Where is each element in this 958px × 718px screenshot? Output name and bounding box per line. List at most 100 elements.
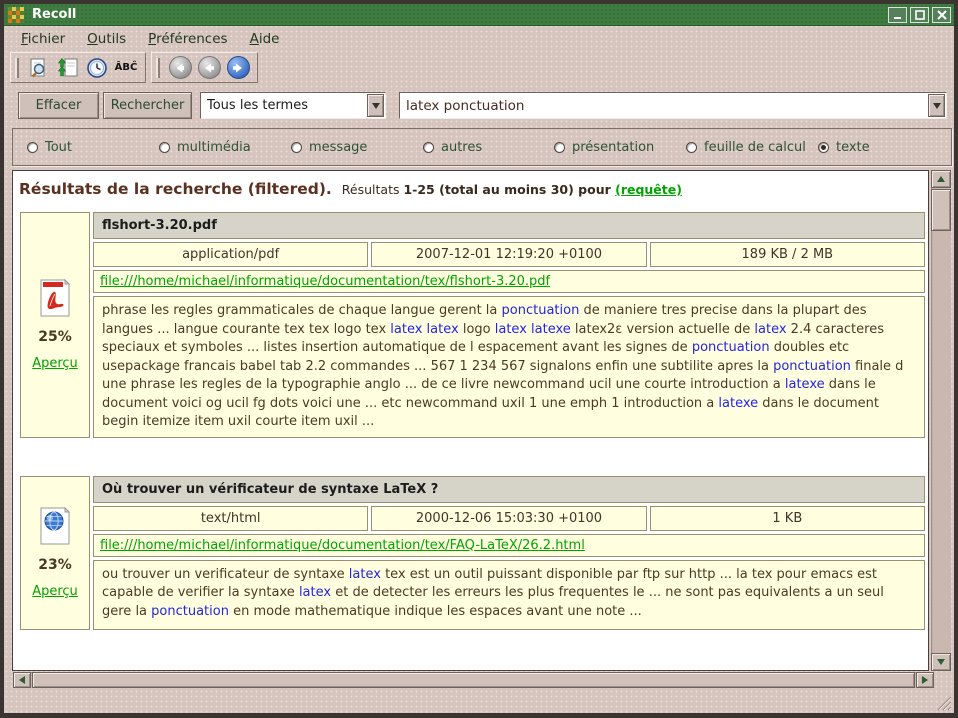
results-list[interactable]: Résultats de la recherche (filtered).Rés… — [12, 170, 929, 671]
relevance-percent: 23% — [38, 557, 72, 573]
clear-button[interactable]: Effacer — [18, 92, 99, 119]
window-controls — [888, 7, 951, 23]
search-mode-combobox[interactable]: Tous les termes — [200, 92, 386, 119]
filter-option-presentation[interactable]: présentation — [554, 140, 654, 155]
spell-icon: ÂBĈ — [115, 62, 138, 73]
pdf-file-icon — [37, 278, 73, 318]
triangle-right-icon — [922, 676, 928, 684]
toolbar-gripper[interactable] — [15, 58, 19, 78]
scroll-down-button[interactable] — [931, 653, 951, 671]
result-entry: 23% Aperçu Où trouver un vérificateur de… — [20, 476, 925, 630]
radio-icon[interactable] — [291, 142, 302, 153]
nav-back-icon — [198, 56, 221, 79]
filter-option-autres[interactable]: autres — [423, 140, 482, 155]
window-titlebar[interactable]: Recoll — [4, 4, 954, 26]
preview-link[interactable]: Aperçu — [32, 584, 78, 599]
filter-label: feuille de calcul — [704, 140, 806, 155]
radio-icon[interactable] — [423, 142, 434, 153]
scroll-right-button[interactable] — [916, 672, 934, 688]
search-query-combobox[interactable] — [399, 92, 947, 119]
radio-icon[interactable] — [686, 142, 697, 153]
filter-option-texte[interactable]: texte — [818, 140, 870, 155]
menu-mnemonic: A — [250, 31, 259, 47]
filter-label: présentation — [572, 140, 654, 155]
minimize-button[interactable] — [888, 7, 907, 23]
menu-outils[interactable]: Outils — [76, 28, 137, 50]
menu-label: ichier — [28, 31, 65, 47]
result-title: flshort-3.20.pdf — [93, 212, 925, 239]
document-search-button[interactable] — [26, 55, 52, 81]
radio-icon[interactable] — [554, 142, 565, 153]
result-date: 2000-12-06 15:03:30 +0100 — [371, 506, 646, 531]
clear-button-label: Effacer — [36, 98, 82, 113]
nav-forward-icon — [227, 56, 250, 79]
sort-by-dates-button[interactable] — [55, 55, 81, 81]
menu-aide[interactable]: Aide — [239, 28, 291, 50]
maximize-icon — [915, 10, 925, 20]
nav-first-page-button[interactable] — [167, 55, 193, 81]
filter-label: multimédia — [177, 140, 251, 155]
history-clock-button[interactable] — [84, 55, 110, 81]
query-detail-link[interactable]: (requête) — [615, 182, 682, 197]
search-mode-value: Tous les termes — [201, 98, 367, 113]
menu-label: références — [156, 31, 228, 47]
clock-icon — [86, 57, 108, 79]
radio-icon[interactable] — [27, 142, 38, 153]
chevron-down-icon[interactable] — [928, 94, 945, 117]
html-file-icon — [37, 506, 73, 546]
results-title: Résultats de la recherche (filtered). — [19, 180, 332, 198]
result-date: 2007-12-01 12:19:20 +0100 — [371, 242, 646, 267]
radio-icon[interactable] — [818, 142, 829, 153]
nav-prev-page-button[interactable] — [196, 55, 222, 81]
search-button-label: Rechercher — [111, 98, 185, 113]
menu-mnemonic: O — [87, 31, 98, 47]
result-entry: 25% Aperçu flshort-3.20.pdf application/… — [20, 212, 925, 438]
vertical-scrollbar[interactable] — [931, 170, 951, 671]
relevance-percent: 25% — [38, 329, 72, 345]
filter-label: Tout — [45, 140, 72, 155]
filter-label: autres — [441, 140, 482, 155]
resize-grip-icon[interactable] — [932, 691, 952, 711]
filter-label: message — [309, 140, 367, 155]
filter-option-multimedia[interactable]: multimédia — [159, 140, 251, 155]
menu-mnemonic: P — [148, 31, 156, 47]
filter-option-message[interactable]: message — [291, 140, 367, 155]
search-button[interactable]: Rechercher — [103, 92, 192, 119]
filter-option-feuille-de-calcul[interactable]: feuille de calcul — [686, 140, 806, 155]
result-size: 1 KB — [650, 506, 925, 531]
chevron-down-icon[interactable] — [367, 94, 384, 117]
menu-label: ide — [259, 31, 280, 47]
horizontal-scrollbar[interactable] — [13, 672, 934, 688]
close-button[interactable] — [932, 7, 951, 23]
horizontal-scroll-thumb[interactable] — [32, 672, 915, 688]
spell-term-explorer-button[interactable]: ÂBĈ — [113, 55, 139, 81]
menu-preferences[interactable]: Préférences — [137, 28, 238, 50]
triangle-up-icon — [937, 176, 945, 182]
result-url-cell: file:///home/michael/informatique/docume… — [93, 534, 925, 557]
toolbar-group-nav — [151, 52, 258, 83]
vertical-scroll-thumb[interactable] — [931, 189, 951, 231]
result-title: Où trouver un vérificateur de syntaxe La… — [93, 476, 925, 503]
result-url-link[interactable]: file:///home/michael/informatique/docume… — [100, 538, 585, 553]
app-icon — [8, 7, 24, 23]
preview-link[interactable]: Aperçu — [32, 356, 78, 371]
document-search-icon — [28, 57, 50, 79]
sort-by-dates-icon — [57, 57, 79, 79]
maximize-button[interactable] — [910, 7, 929, 23]
result-snippet: phrase les regles grammaticales de chaqu… — [93, 296, 925, 438]
scroll-up-button[interactable] — [931, 170, 951, 188]
result-mime: application/pdf — [93, 242, 368, 267]
filter-option-tout[interactable]: Tout — [27, 140, 72, 155]
toolbar-gripper[interactable] — [156, 58, 160, 78]
result-meta-row: text/html 2000-12-06 15:03:30 +0100 1 KB — [93, 506, 925, 531]
search-input[interactable] — [400, 98, 928, 114]
menu-label: utils — [98, 31, 126, 47]
radio-icon[interactable] — [159, 142, 170, 153]
nav-next-page-button[interactable] — [225, 55, 251, 81]
result-meta-row: application/pdf 2007-12-01 12:19:20 +010… — [93, 242, 925, 267]
recoll-window: Recoll Fichier Outils Préférences Aide — [0, 0, 958, 718]
result-url-link[interactable]: file:///home/michael/informatique/docume… — [100, 274, 550, 289]
result-side-panel: 23% Aperçu — [20, 476, 90, 630]
menu-fichier[interactable]: Fichier — [10, 28, 76, 50]
scroll-left-button[interactable] — [13, 672, 31, 688]
